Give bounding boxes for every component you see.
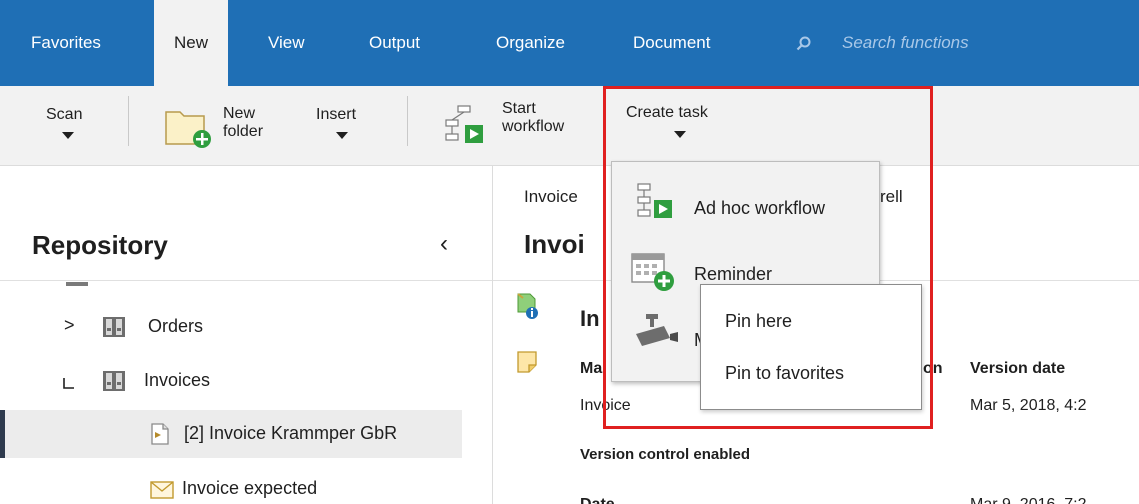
chevron-right-icon[interactable]: >: [64, 315, 75, 336]
version-date-value: Mar 5, 2018, 4:2: [970, 397, 1087, 414]
divider: [0, 280, 492, 281]
camera-icon: [636, 314, 678, 346]
note-icon[interactable]: [516, 350, 538, 374]
insert-label: Insert: [316, 106, 357, 123]
menu-bar: Favorites New View Output Organize Docum…: [0, 0, 1139, 86]
date-value: Mar 9, 2016, 7:2: [970, 496, 1087, 504]
binder-icon: [66, 282, 88, 286]
tab-organize[interactable]: Organize: [496, 0, 565, 86]
binder-icon: [103, 317, 125, 337]
selection-indicator: [0, 410, 5, 458]
section-title: In: [580, 306, 600, 331]
reminder-calendar-icon: [631, 253, 674, 291]
info-document-icon[interactable]: [515, 292, 541, 320]
menu-item-label: Ad hoc workflow: [694, 198, 826, 218]
start-workflow-label-2: workflow: [502, 118, 565, 135]
tree-item-label: Invoices: [144, 370, 211, 390]
envelope-icon: [150, 481, 174, 499]
breadcrumb[interactable]: Invoice: [524, 187, 578, 207]
page-title: Invoi: [524, 229, 585, 259]
binder-icon: [103, 371, 125, 391]
tab-document[interactable]: Document: [633, 0, 710, 86]
chevron-down-icon: [674, 131, 686, 138]
column-header: Ma: [580, 360, 603, 377]
start-workflow-label-1: Start: [502, 100, 536, 117]
scan-button[interactable]: Scan: [46, 106, 82, 139]
new-folder-icon: [165, 111, 211, 148]
menu-item-label: Reminder: [694, 264, 773, 284]
version-control-status: Version control enabled: [580, 446, 751, 463]
column-header-partial: on: [923, 360, 943, 377]
pin-to-favorites-item[interactable]: Pin to favorites: [701, 351, 921, 395]
repository-title: Repository: [32, 230, 168, 260]
workflow-icon: [445, 105, 483, 143]
search-icon: [796, 36, 811, 51]
workflow-icon: [637, 183, 672, 218]
tree-item-label: Invoice expected: [182, 478, 318, 498]
menu-item-ad-hoc-workflow[interactable]: Ad hoc workflow: [612, 178, 879, 234]
row-type-value: Invoice: [580, 397, 631, 414]
create-task-label: Create task: [626, 104, 708, 121]
chevron-down-icon: [336, 132, 348, 139]
pin-context-menu: Pin here Pin to favorites: [700, 284, 922, 410]
chevron-left-icon[interactable]: ‹: [440, 230, 448, 258]
tab-output[interactable]: Output: [369, 0, 420, 86]
tab-view[interactable]: View: [268, 0, 305, 86]
new-folder-label-1: New: [223, 105, 256, 122]
tree-item-label: [2] Invoice Krammper GbR: [184, 423, 398, 443]
new-folder-label-2: folder: [223, 123, 264, 140]
ribbon-separator: [128, 96, 129, 146]
version-date-header: Version date: [970, 360, 1066, 377]
scan-label: Scan: [46, 106, 83, 123]
create-task-button[interactable]: Create task: [626, 104, 708, 138]
chevron-down-icon: [62, 132, 74, 139]
tab-favorites[interactable]: Favorites: [31, 0, 101, 86]
pin-here-item[interactable]: Pin here: [701, 299, 921, 343]
search-placeholder: Search functions: [842, 33, 969, 52]
new-folder-button[interactable]: New folder: [161, 96, 281, 151]
insert-button[interactable]: Insert: [316, 106, 356, 139]
tree-expanded-icon[interactable]: [62, 376, 76, 390]
breadcrumb-end[interactable]: rell: [880, 187, 903, 207]
tree-item-label: Orders: [148, 316, 204, 336]
tab-new[interactable]: New: [154, 0, 228, 86]
date-label: Date: [580, 496, 615, 504]
ribbon-separator: [407, 96, 408, 146]
start-workflow-button[interactable]: Start workflow: [440, 96, 590, 151]
document-icon: [151, 423, 169, 445]
